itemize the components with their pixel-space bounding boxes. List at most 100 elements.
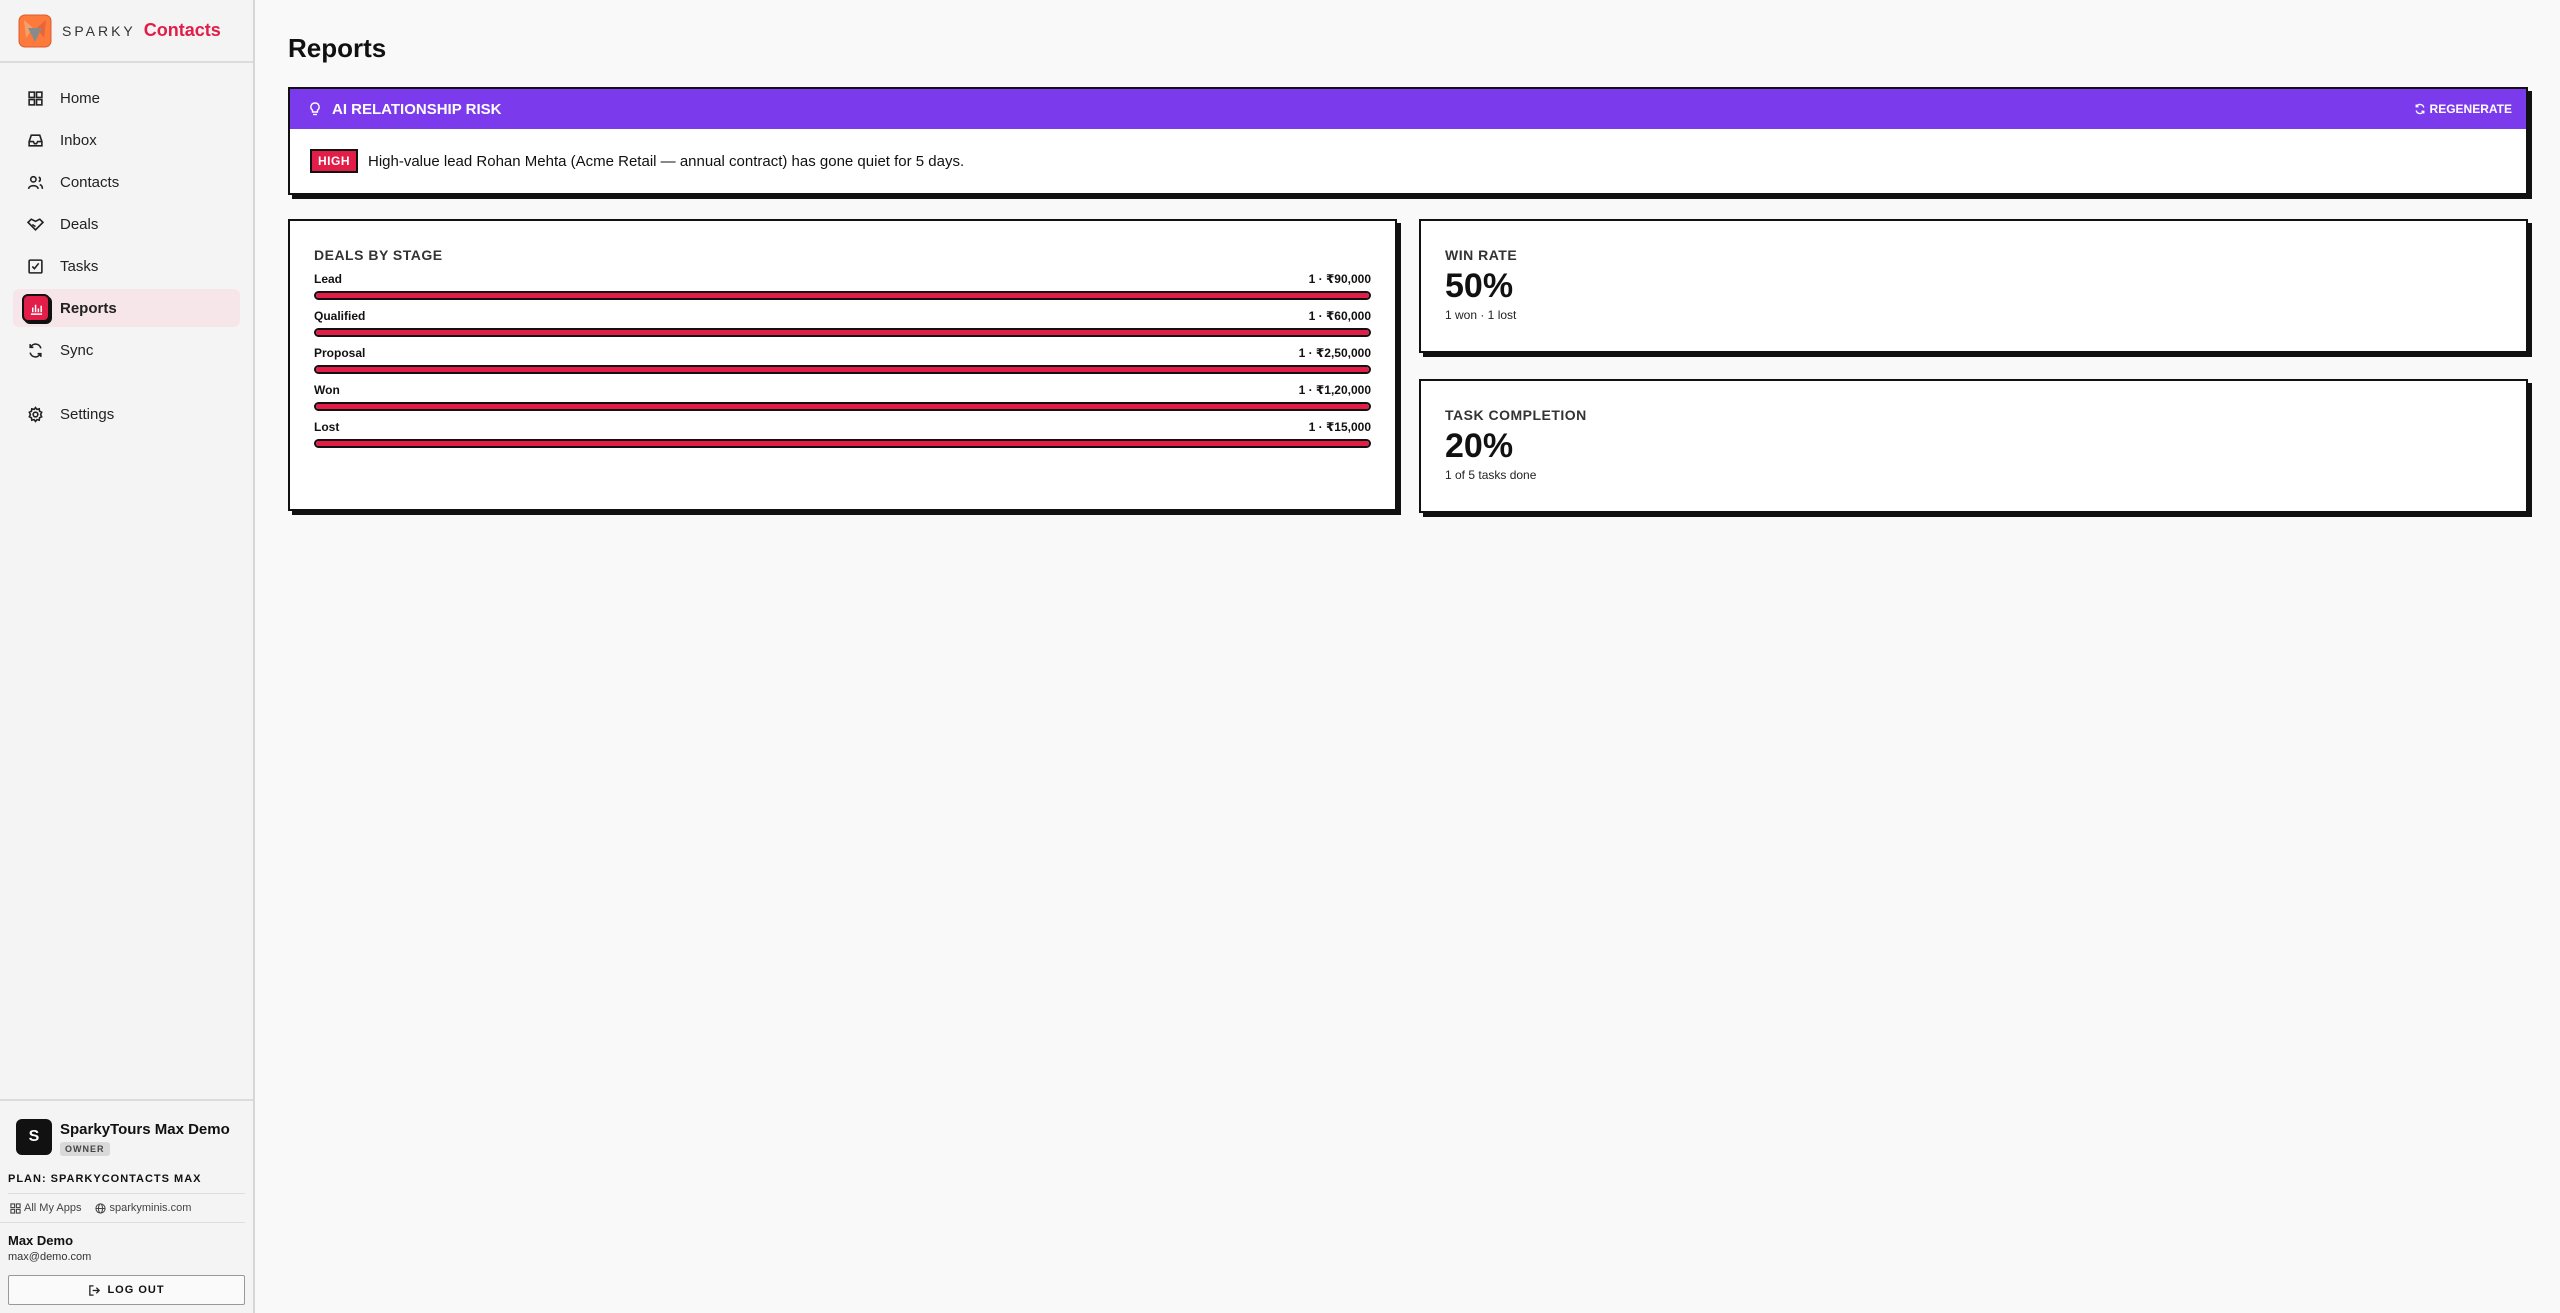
user-name: Max Demo: [8, 1233, 74, 1248]
win-rate-title: WIN RATE: [1445, 247, 1518, 263]
nav-label: Tasks: [60, 257, 99, 275]
plan-label: PLAN: SPARKYCONTACTS MAX: [8, 1157, 245, 1194]
stage-value: 1 · ₹2,50,000: [1298, 346, 1371, 360]
stage-value: 1 · ₹1,20,000: [1298, 383, 1371, 397]
footer-links: All My Apps sparkyminis.com: [0, 1194, 245, 1223]
ai-risk-header: AI RELATIONSHIP RISK REGENERATE: [290, 89, 2526, 129]
stage-name: Won: [314, 383, 340, 397]
task-completion-subtext: 1 of 5 tasks done: [1445, 468, 1537, 482]
handshake-icon: [27, 217, 44, 231]
workspace-name: SparkyTours Max Demo: [60, 1121, 230, 1138]
win-rate-value: 50%: [1445, 267, 1514, 305]
site-link[interactable]: sparkyminis.com: [95, 1202, 191, 1214]
stage-list: Lead 1 · ₹90,000 Qualified 1 · ₹60,000 Propo…: [314, 272, 1371, 448]
logout-label: LOG OUT: [107, 1284, 165, 1296]
task-completion-title: TASK COMPLETION: [1445, 407, 1587, 423]
site-label: sparkyminis.com: [109, 1202, 192, 1214]
ai-risk-title: AI RELATIONSHIP RISK: [308, 101, 501, 118]
stage-row: Lead 1 · ₹90,000: [314, 272, 1371, 300]
brand-app-name: Contacts: [143, 20, 221, 40]
nav-item-home[interactable]: Home: [13, 79, 240, 117]
nav-item-tasks[interactable]: Tasks: [13, 247, 240, 285]
inbox-icon: [28, 133, 43, 147]
nav-item-contacts[interactable]: Contacts: [13, 163, 240, 201]
stage-row: Won 1 · ₹1,20,000: [314, 383, 1371, 411]
all-apps-label: All My Apps: [24, 1202, 82, 1214]
nav-item-settings[interactable]: Settings: [13, 395, 240, 433]
win-rate-card: WIN RATE 50% 1 won · 1 lost: [1419, 219, 2528, 353]
user-email: max@demo.com: [8, 1251, 92, 1263]
stage-bar-fill: [316, 404, 1369, 409]
deals-by-stage-title: DEALS BY STAGE: [314, 247, 443, 263]
stage-bar: [314, 365, 1371, 374]
reports-grid: DEALS BY STAGE Lead 1 · ₹90,000 Qualified 1…: [288, 219, 2528, 513]
main-content: Reports AI RELATIONSHIP RISK REGENERATE …: [288, 0, 2528, 513]
stage-header: Won 1 · ₹1,20,000: [314, 383, 1371, 397]
nav-label: Settings: [60, 405, 115, 423]
lightbulb-icon: [310, 102, 320, 116]
stage-bar-fill: [316, 367, 1369, 372]
nav-label: Sync: [60, 341, 94, 359]
all-apps-link[interactable]: All My Apps: [10, 1202, 81, 1214]
stage-header: Lost 1 · ₹15,000: [314, 420, 1371, 434]
refresh-icon: [29, 342, 42, 358]
stage-bar: [314, 328, 1371, 337]
stage-row: Proposal 1 · ₹2,50,000: [314, 346, 1371, 374]
stage-header: Proposal 1 · ₹2,50,000: [314, 346, 1371, 360]
stage-bar-fill: [316, 293, 1369, 298]
nav-separator: [0, 373, 253, 395]
stage-bar: [314, 291, 1371, 300]
user-info: Max Demo max@demo.com: [0, 1223, 253, 1263]
stage-row: Lost 1 · ₹15,000: [314, 420, 1371, 448]
stage-name: Lost: [314, 420, 340, 434]
task-completion-card: TASK COMPLETION 20% 1 of 5 tasks done: [1419, 379, 2528, 513]
nav-item-sync[interactable]: Sync: [13, 331, 240, 369]
stage-value: 1 · ₹15,000: [1308, 420, 1371, 434]
gear-icon: [28, 405, 43, 423]
nav-label: Contacts: [60, 173, 120, 191]
nav-label: Deals: [60, 215, 99, 233]
stage-value: 1 · ₹60,000: [1308, 309, 1371, 323]
stage-bar-fill: [316, 330, 1369, 335]
users-icon: [27, 175, 44, 189]
fox-logo-icon: [18, 14, 52, 47]
grid-icon: [10, 1202, 21, 1214]
nav-item-reports[interactable]: Reports: [13, 289, 240, 327]
deals-by-stage-card: DEALS BY STAGE Lead 1 · ₹90,000 Qualified 1…: [288, 219, 1397, 511]
globe-icon: [95, 1202, 107, 1214]
risk-message: High-value lead Rohan Mehta (Acme Retail…: [368, 152, 965, 170]
nav-label: Reports: [60, 299, 117, 317]
win-rate-subtext: 1 won · 1 lost: [1445, 308, 1517, 322]
stage-name: Proposal: [314, 346, 366, 360]
reports-icon-box: [22, 294, 50, 322]
stats-column: WIN RATE 50% 1 won · 1 lost TASK COMPLET…: [1419, 219, 2528, 513]
task-completion-value: 20%: [1445, 427, 1514, 465]
logout-icon: [89, 1284, 101, 1296]
brand[interactable]: SPARKY Contacts: [0, 0, 253, 63]
logout-button[interactable]: LOG OUT: [8, 1275, 245, 1305]
nav-label: Home: [60, 89, 101, 107]
stage-name: Lead: [314, 272, 343, 286]
stage-header: Qualified 1 · ₹60,000: [314, 309, 1371, 323]
bar-chart-icon: [30, 304, 42, 315]
ai-risk-title-text: AI RELATIONSHIP RISK: [332, 100, 502, 118]
stage-name: Qualified: [314, 309, 366, 323]
stage-bar: [314, 439, 1371, 448]
regenerate-label: REGENERATE: [2429, 102, 2512, 116]
regenerate-button[interactable]: REGENERATE: [2414, 102, 2512, 116]
stage-header: Lead 1 · ₹90,000: [314, 272, 1371, 286]
refresh-icon: [2415, 103, 2424, 115]
stage-bar: [314, 402, 1371, 411]
nav-item-deals[interactable]: Deals: [13, 205, 240, 243]
sidebar-footer: S SparkyTours Max Demo OWNER PLAN: SPARK…: [0, 1099, 253, 1313]
nav-item-inbox[interactable]: Inbox: [13, 121, 240, 159]
risk-level-badge: HIGH: [310, 149, 358, 173]
home-icon: [28, 90, 43, 106]
page-title: Reports: [288, 33, 387, 63]
ai-risk-card: AI RELATIONSHIP RISK REGENERATE HIGH Hig…: [288, 87, 2528, 195]
stage-row: Qualified 1 · ₹60,000: [314, 309, 1371, 337]
workspace-switcher[interactable]: S SparkyTours Max Demo OWNER: [0, 1101, 253, 1157]
nav-label: Inbox: [60, 131, 97, 149]
workspace-avatar: S: [16, 1119, 52, 1155]
stage-bar-fill: [316, 441, 1369, 446]
